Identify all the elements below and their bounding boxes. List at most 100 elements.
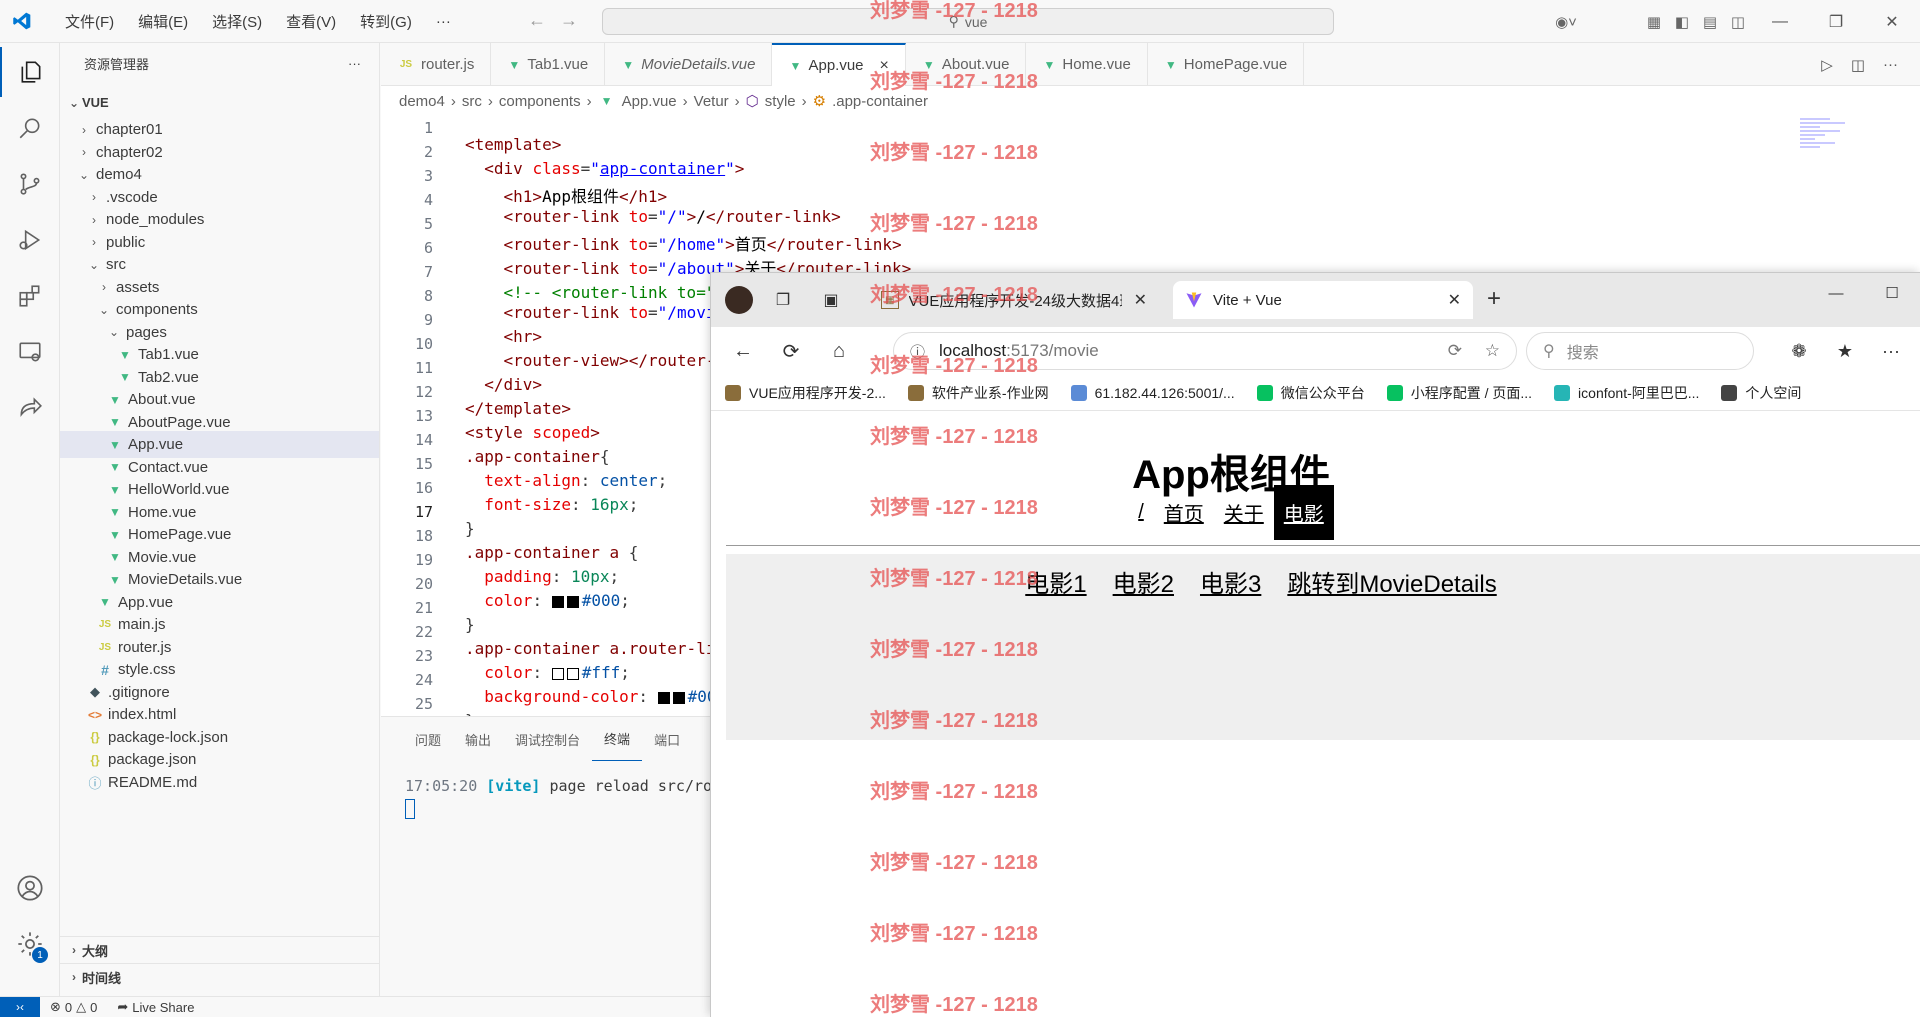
breadcrumb-selector[interactable]: .app-container: [832, 93, 928, 110]
error-icon: ⊗: [50, 999, 61, 1014]
minimize-icon[interactable]: —: [1808, 273, 1864, 313]
terminal-cursor[interactable]: [405, 799, 415, 819]
breadcrumb-demo4[interactable]: demo4: [399, 93, 445, 110]
bookmark-item[interactable]: 软件产业系-作业网: [907, 383, 1049, 403]
tab-problems[interactable]: 问题: [403, 717, 453, 761]
bookmark-item[interactable]: 61.182.44.126:5001/...: [1070, 384, 1235, 401]
editor-tab[interactable]: JS router.js: [381, 43, 492, 86]
movie-link-2[interactable]: 电影2: [1113, 564, 1174, 599]
toggle-secondary-sidebar-icon[interactable]: ◫: [1724, 8, 1752, 36]
browser-tab-vite-vue[interactable]: Vite + Vue ✕: [1173, 281, 1473, 319]
home-icon[interactable]: ⌂: [815, 331, 863, 371]
favorites-icon[interactable]: ★: [1822, 331, 1868, 371]
close-tab-icon[interactable]: ×: [880, 57, 889, 75]
editor-tab[interactable]: ▼ App.vue ×: [772, 43, 906, 86]
maximize-icon[interactable]: ☐: [1864, 273, 1920, 313]
nav-link-root[interactable]: /: [1128, 491, 1154, 534]
editor-tab[interactable]: ▼ MovieDetails.vue: [605, 43, 773, 86]
manage-gear-icon[interactable]: 1: [0, 919, 60, 969]
copilot-icon[interactable]: ◉˅: [1552, 8, 1580, 36]
settings-more-icon[interactable]: ···: [1868, 331, 1914, 371]
editor-tab[interactable]: ▼ Tab1.vue: [491, 43, 606, 86]
command-center-search[interactable]: ⚲ vue: [602, 8, 1334, 35]
close-tab-icon[interactable]: ✕: [1448, 290, 1461, 310]
restore-icon[interactable]: ❐: [1808, 0, 1864, 43]
remote-explorer-icon[interactable]: [0, 327, 60, 377]
menu-view[interactable]: 查看(V): [274, 11, 348, 32]
movie-link-1[interactable]: 电影1: [1025, 564, 1086, 599]
movie-link-3[interactable]: 电影3: [1200, 564, 1261, 599]
remote-indicator-icon[interactable]: ›‹: [0, 996, 40, 1017]
accounts-icon[interactable]: [0, 863, 60, 913]
bookmark-item[interactable]: VUE应用程序开发-2...: [725, 383, 886, 403]
address-bar[interactable]: ⓘ localhost :5173/movie ⟳ ☆: [893, 332, 1517, 370]
minimize-icon[interactable]: —: [1752, 0, 1808, 43]
refresh-icon[interactable]: ⟳: [767, 331, 815, 371]
tab-terminal[interactable]: 终端: [592, 717, 643, 761]
minimap[interactable]: [1800, 116, 1860, 176]
editor-tab[interactable]: ▼ Home.vue: [1026, 43, 1148, 86]
explorer-more-actions[interactable]: ···: [348, 56, 361, 71]
close-icon[interactable]: ✕: [1864, 0, 1920, 43]
extensions-icon[interactable]: ❁: [1776, 331, 1822, 371]
source-control-icon[interactable]: [0, 159, 60, 209]
tab-strip: JS router.js ▼ Tab1.vue ▼ MovieDetails.vue ▼ Ap…: [381, 43, 1305, 86]
nav-link-home[interactable]: 首页: [1154, 488, 1214, 537]
back-icon[interactable]: ←: [719, 331, 767, 371]
bookmark-item[interactable]: 微信公众平台: [1256, 383, 1365, 403]
split-editor-icon[interactable]: ◫: [1851, 56, 1865, 74]
browser-tab-vue-course[interactable]: ▦ VUE应用程序开发-24级大数据4班 ✕: [869, 281, 1159, 319]
tab-ports[interactable]: 端口: [642, 717, 692, 761]
nav-link-about[interactable]: 关于: [1214, 488, 1274, 537]
extensions-icon[interactable]: [0, 271, 60, 321]
tab-actions-icon[interactable]: ▣: [813, 282, 849, 318]
live-share-status[interactable]: ➦ Live Share: [107, 999, 204, 1015]
live-share-icon[interactable]: [0, 383, 60, 433]
tab-output[interactable]: 输出: [453, 717, 503, 761]
tab-debug-console[interactable]: 调试控制台: [503, 717, 592, 761]
browser-search-box[interactable]: ⚲ 搜索: [1526, 332, 1754, 370]
editor-tab[interactable]: ▼ About.vue: [906, 43, 1027, 86]
explorer-root-folder[interactable]: ⌄ VUE: [60, 89, 379, 116]
nav-link-movie[interactable]: 电影: [1273, 485, 1334, 540]
forward-arrow-icon[interactable]: →: [560, 10, 578, 31]
toggle-sidebar-icon[interactable]: ◧: [1668, 8, 1696, 36]
breadcrumb-vetur[interactable]: Vetur: [694, 93, 729, 110]
outline-section[interactable]: › 大纲: [60, 936, 379, 963]
breadcrumb-components[interactable]: components: [499, 93, 581, 110]
more-actions-icon[interactable]: ···: [1883, 56, 1898, 73]
menu-more[interactable]: ···: [424, 13, 463, 30]
menu-selection[interactable]: 选择(S): [200, 11, 274, 32]
info-icon[interactable]: ⓘ: [910, 341, 925, 362]
menu-file[interactable]: 文件(F): [53, 11, 126, 32]
bookmark-item[interactable]: iconfont-阿里巴巴...: [1554, 383, 1699, 403]
favorite-star-icon[interactable]: ☆: [1485, 341, 1500, 361]
breadcrumb-src[interactable]: src: [462, 93, 482, 110]
customize-layout-icon[interactable]: ▦: [1640, 8, 1668, 36]
tree-item-label: router.js: [118, 638, 172, 656]
timeline-section[interactable]: › 时间线: [60, 963, 379, 990]
profile-avatar[interactable]: [725, 286, 753, 314]
breadcrumb-style[interactable]: style: [765, 93, 796, 110]
problems-status[interactable]: ⊗ 0 △ 0: [40, 999, 107, 1015]
bookmark-item[interactable]: 个人空间: [1721, 383, 1801, 403]
menu-go[interactable]: 转到(G): [348, 11, 424, 32]
tree-item-label: HomePage.vue: [128, 526, 232, 543]
movie-details-link[interactable]: 跳转到MovieDetails: [1287, 564, 1496, 599]
tree-item[interactable]: ⓘ README.md: [60, 769, 379, 796]
breadcrumb-file[interactable]: App.vue: [622, 93, 677, 110]
toggle-panel-icon[interactable]: ▤: [1696, 8, 1724, 36]
read-aloud-icon[interactable]: ⟳: [1448, 341, 1462, 361]
new-tab-icon[interactable]: +: [1487, 285, 1501, 313]
workspaces-icon[interactable]: ❐: [765, 282, 801, 318]
search-icon[interactable]: [0, 103, 60, 153]
bookmark-label: VUE应用程序开发-2...: [749, 384, 886, 401]
run-icon[interactable]: ▷: [1821, 56, 1833, 74]
run-debug-icon[interactable]: [0, 215, 60, 265]
bookmark-item[interactable]: 小程序配置 / 页面...: [1386, 383, 1532, 403]
back-arrow-icon[interactable]: ←: [528, 10, 546, 31]
menu-edit[interactable]: 编辑(E): [126, 11, 200, 32]
editor-tab[interactable]: ▼ HomePage.vue: [1148, 43, 1305, 86]
close-tab-icon[interactable]: ✕: [1134, 290, 1147, 310]
explorer-icon[interactable]: [0, 47, 60, 97]
